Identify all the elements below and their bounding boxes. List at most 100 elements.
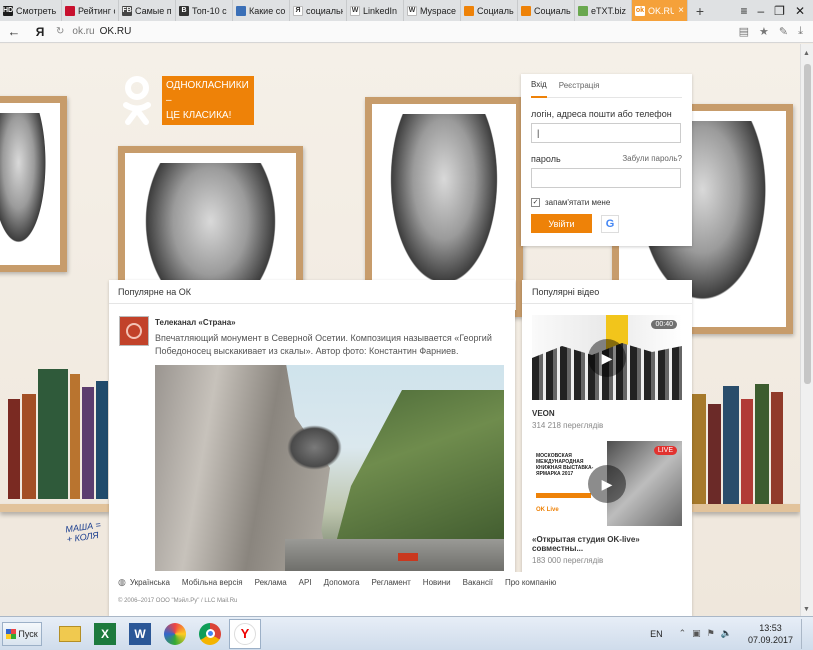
scrollbar-thumb[interactable] xyxy=(804,64,811,384)
video-views: 183 000 переглядів xyxy=(532,556,604,565)
tab-label: Myspace xyxy=(420,5,457,16)
ok-live-logo: OK Live xyxy=(536,507,559,513)
taskbar-explorer[interactable] xyxy=(54,619,86,649)
tab-login[interactable]: Вхід xyxy=(531,74,547,98)
password-input[interactable] xyxy=(531,168,681,188)
copyright: © 2006–2017 ООО "Мэйл.Ру" / LLC Mail.Ru xyxy=(118,598,238,604)
windows-logo-icon xyxy=(6,628,17,639)
browser-tab[interactable]: HD Смотреть xyxy=(0,0,62,21)
videos-title: Популярні відео xyxy=(522,280,692,304)
show-desktop-button[interactable] xyxy=(801,618,813,649)
video-title[interactable]: VEON xyxy=(532,409,682,418)
browser-tab[interactable]: Ясоциальн xyxy=(290,0,347,21)
new-tab-button[interactable]: + xyxy=(688,0,712,21)
footer-link-jobs[interactable]: Вакансії xyxy=(463,578,493,587)
browser-tab[interactable]: Социальн xyxy=(518,0,575,21)
login-input[interactable]: | xyxy=(531,123,681,143)
footer-link-help[interactable]: Допомога xyxy=(324,578,360,587)
login-card: Вхід Реєстрація логін, адреса пошти або … xyxy=(521,74,692,246)
scroll-down-icon[interactable]: ▼ xyxy=(803,606,810,613)
video-views: 314 218 переглядів xyxy=(532,421,604,430)
feed-post[interactable]: Телеканал «Страна» Впечатляющий монумент… xyxy=(109,304,515,571)
page-scrollbar[interactable]: ▲ ▼ xyxy=(800,44,813,616)
login-button[interactable]: Увійти xyxy=(531,214,592,233)
tab-label: Социальн xyxy=(477,5,514,16)
back-arrow-icon[interactable]: ← xyxy=(0,24,28,39)
taskbar-yandex-browser[interactable]: Y xyxy=(229,618,261,649)
remember-me[interactable]: ✓ запам'ятати мене xyxy=(531,198,682,207)
tab-label: Самые по xyxy=(135,5,172,16)
footer-link-mobile[interactable]: Мобільна версія xyxy=(182,578,243,587)
video-thumb-text: МОСКОВСКАЯ МЕЖДУНАРОДНАЯ КНИЖНАЯ ВЫСТАВК… xyxy=(536,453,594,477)
video-duration: 00:40 xyxy=(651,320,677,329)
footer-link-rules[interactable]: Регламент xyxy=(371,578,410,587)
footer-link-language[interactable]: Українська xyxy=(130,578,170,587)
close-tab-icon[interactable]: × xyxy=(678,5,684,16)
browser-tab[interactable]: W LinkedIn xyxy=(347,0,404,21)
signature-doodle: МАША = + КОЛЯ xyxy=(64,519,102,545)
live-badge: LIVE xyxy=(653,446,677,455)
taskbar-word[interactable]: W xyxy=(124,619,156,649)
footer-links: ◍ Українська Мобільна версія Реклама API… xyxy=(118,577,556,588)
minimize-icon[interactable]: – xyxy=(757,4,764,18)
url-domain: ok.ru xyxy=(72,26,95,37)
download-icon[interactable]: ⤓ xyxy=(798,25,803,38)
video-thumbnail[interactable]: МОСКОВСКАЯ МЕЖДУНАРОДНАЯ КНИЖНАЯ ВЫСТАВК… xyxy=(532,441,682,526)
footer-link-api[interactable]: API xyxy=(299,578,312,587)
play-icon[interactable]: ▶ xyxy=(588,465,626,503)
reload-icon[interactable]: ↻ xyxy=(56,26,64,37)
word-icon: W xyxy=(129,622,151,645)
channel-avatar[interactable] xyxy=(119,316,149,346)
edit-icon[interactable]: ✎ xyxy=(779,25,788,38)
paint-icon xyxy=(164,622,186,645)
network-icon[interactable]: ▣ xyxy=(692,628,701,639)
taskbar-paint[interactable] xyxy=(159,619,191,649)
post-author[interactable]: Телеканал «Страна» xyxy=(155,318,515,327)
yandex-button[interactable]: Я xyxy=(28,25,52,39)
browser-tab[interactable]: W Myspace xyxy=(404,0,461,21)
chrome-icon xyxy=(199,622,221,645)
remember-checkbox[interactable]: ✓ xyxy=(531,198,540,207)
taskbar-chrome[interactable] xyxy=(194,619,226,649)
taskbar-excel[interactable]: X xyxy=(89,619,121,649)
browser-tab[interactable]: eTXT.biz xyxy=(575,0,632,21)
post-photo[interactable] xyxy=(155,365,504,571)
tab-ok-ru[interactable]: ok OK.RU × xyxy=(632,0,688,21)
url-field[interactable]: ↻ ok.ru OK.RU xyxy=(52,24,739,40)
scroll-up-icon[interactable]: ▲ xyxy=(803,50,810,57)
tab-favicon-icon: HD xyxy=(2,5,14,16)
video-thumbnail[interactable]: 00:40 ▶ xyxy=(532,315,682,400)
footer-link-about[interactable]: Про компанію xyxy=(505,578,556,587)
folder-icon xyxy=(59,625,81,642)
close-window-icon[interactable]: ✕ xyxy=(795,4,805,18)
shelf-left xyxy=(0,504,110,512)
browser-tab[interactable]: Социальн xyxy=(461,0,518,21)
language-indicator[interactable]: EN xyxy=(642,629,671,639)
remember-label: запам'ятати мене xyxy=(545,198,611,207)
ok-page: МАША = + КОЛЯ ОДНОКЛАСНИКИ – ЦЕ КЛАСИКА!… xyxy=(0,44,800,616)
start-button[interactable]: Пуск xyxy=(2,621,42,646)
video-title[interactable]: «Открытая студия OK-live» совместны... xyxy=(532,535,682,553)
restore-icon[interactable]: ❐ xyxy=(774,4,785,18)
play-icon[interactable]: ▶ xyxy=(588,339,626,377)
tab-favicon-icon xyxy=(464,5,474,16)
reader-mode-icon[interactable]: ▤ xyxy=(739,25,749,38)
ok-favicon-icon: ok xyxy=(635,5,645,16)
menu-icon[interactable]: ≡ xyxy=(740,4,747,18)
browser-tab[interactable]: Какие со xyxy=(233,0,290,21)
bookmark-star-icon[interactable]: ★ xyxy=(759,25,769,38)
browser-tab[interactable]: FBСамые по xyxy=(119,0,176,21)
tab-register[interactable]: Реєстрація xyxy=(559,74,600,98)
browser-tab[interactable]: B Топ-10 с xyxy=(176,0,233,21)
footer-link-ads[interactable]: Реклама xyxy=(255,578,287,587)
clock[interactable]: 13:53 07.09.2017 xyxy=(740,622,801,646)
ok-logo-icon[interactable] xyxy=(122,75,152,127)
browser-tab[interactable]: Рейтинг с xyxy=(62,0,119,21)
footer-link-news[interactable]: Новини xyxy=(423,578,451,587)
tab-favicon-icon xyxy=(578,5,588,16)
volume-icon[interactable]: 🔈 xyxy=(721,628,732,639)
action-center-flag-icon[interactable]: ⚑ xyxy=(707,628,715,639)
tray-expand-icon[interactable]: ⌃ xyxy=(679,628,687,639)
google-login-icon[interactable]: G xyxy=(601,214,619,233)
forgot-password-link[interactable]: Забули пароль? xyxy=(622,154,682,164)
